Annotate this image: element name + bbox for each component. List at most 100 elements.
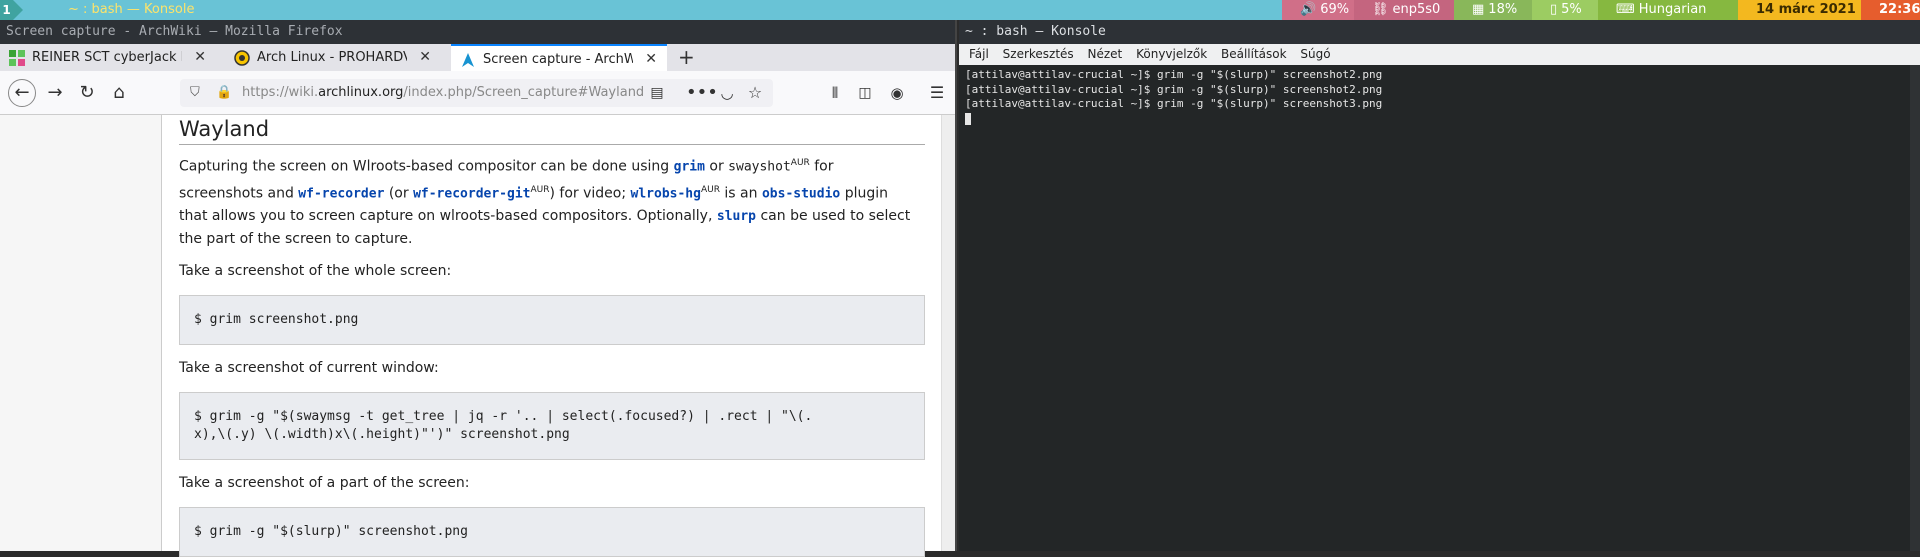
obs-studio-link[interactable]: obs-studio xyxy=(762,186,840,201)
konsole-window: ~ : bash — Konsole Fájl Szerkesztés Néze… xyxy=(959,20,1920,551)
intro-paragraph: Capturing the screen on Wlroots-based co… xyxy=(179,152,919,250)
terminal-line: [attilav@attilav-crucial ~]$ grim -g "$(… xyxy=(965,68,1383,81)
sidebar-icon[interactable]: ◫ xyxy=(852,80,878,106)
code-block: $ grim screenshot.png xyxy=(179,295,925,346)
reiner-favicon-icon xyxy=(9,50,25,66)
terminal-line: [attilav@attilav-crucial ~]$ grim -g "$(… xyxy=(965,97,1383,111)
tab-prohardver[interactable]: Arch Linux - PROHARDVER ✕ xyxy=(225,44,441,71)
forward-button[interactable]: → xyxy=(42,80,68,106)
section-heading: Wayland xyxy=(179,115,925,145)
battery-value: 5% xyxy=(1561,2,1582,17)
menu-view[interactable]: Nézet xyxy=(1088,47,1123,61)
keyboard-icon: ⌨ xyxy=(1616,2,1635,17)
status-bar: 1 ~ : bash — Konsole 🔊 69% ⛓ enp5s0 ▦ 18% ▯… xyxy=(0,0,1920,20)
reader-view-icon[interactable]: ▤ xyxy=(644,80,670,106)
page-scrollbar[interactable] xyxy=(941,115,955,551)
text: (or xyxy=(384,185,414,202)
aur-badge[interactable]: AUR xyxy=(791,158,810,168)
reload-button[interactable]: ↻ xyxy=(74,80,100,106)
instruction-text: Take a screenshot of a part of the scree… xyxy=(179,475,470,492)
clock-widget[interactable]: 22:36 xyxy=(1861,0,1920,20)
volume-widget[interactable]: 🔊 69% xyxy=(1282,0,1354,20)
battery-icon: ▯ xyxy=(1550,2,1558,17)
more-actions-icon[interactable]: ••• xyxy=(686,80,718,106)
swayshot-link[interactable]: swayshot xyxy=(728,160,791,175)
arch-logo-icon xyxy=(462,53,474,67)
bookmark-star-icon[interactable]: ☆ xyxy=(742,80,768,106)
article-body: Wayland Capturing the screen on Wlroots-… xyxy=(179,115,925,557)
grim-link[interactable]: grim xyxy=(674,160,705,175)
konsole-titlebar: ~ : bash — Konsole xyxy=(959,20,1920,44)
back-button[interactable]: ← xyxy=(8,79,36,107)
lock-icon[interactable]: 🔒 xyxy=(216,79,232,107)
konsole-menubar: Fájl Szerkesztés Nézet Könyvjelzők Beáll… xyxy=(959,44,1920,65)
keyboard-layout-widget[interactable]: ⌨ Hungarian xyxy=(1598,0,1738,20)
firefox-window: Screen capture - ArchWiki — Mozilla Fire… xyxy=(0,20,957,557)
network-icon: ⛓ xyxy=(1372,2,1389,17)
wf-recorder-git-link[interactable]: wf-recorder-git xyxy=(413,186,530,201)
terminal-cursor xyxy=(965,113,971,126)
navigation-toolbar: ← → ↻ ⌂ ⛉ 🔒 https://wiki.archlinux.org/i… xyxy=(0,71,955,115)
menu-help[interactable]: Súgó xyxy=(1300,47,1330,61)
speaker-icon: 🔊 xyxy=(1300,2,1317,17)
url-domain: archlinux.org xyxy=(318,85,404,100)
terminal-line: [attilav@attilav-crucial ~]$ grim -g "$(… xyxy=(965,82,1383,96)
workspace-indicator[interactable]: 1 xyxy=(0,0,13,20)
focused-window-title: ~ : bash — Konsole xyxy=(68,2,195,17)
date-widget[interactable]: 14 márc 2021 xyxy=(1738,0,1861,20)
url-prefix: https://wiki. xyxy=(242,85,319,100)
firefox-titlebar: Screen capture - ArchWiki — Mozilla Fire… xyxy=(0,20,955,44)
menu-bookmarks[interactable]: Könyvjelzők xyxy=(1136,47,1207,61)
tab-label: Screen capture - ArchWiki xyxy=(483,52,633,67)
time-value: 22:36 xyxy=(1879,2,1920,17)
cpu-widget[interactable]: ▦ 18% xyxy=(1454,0,1532,20)
new-tab-button[interactable]: + xyxy=(678,44,695,70)
text: or xyxy=(704,158,729,175)
code-block: $ grim -g "$(swaymsg -t get_tree | jq -r… xyxy=(179,392,925,461)
menu-file[interactable]: Fájl xyxy=(969,47,989,61)
text: is an xyxy=(719,185,762,202)
url-path: /index.php/Screen_capture#Wayland xyxy=(403,85,645,100)
workspace-arrow xyxy=(13,0,23,20)
code-block: $ grim -g "$(slurp)" screenshot.png xyxy=(179,507,925,557)
page-content: Wayland Capturing the screen on Wlroots-… xyxy=(0,115,955,557)
menu-edit[interactable]: Szerkesztés xyxy=(1003,47,1074,61)
tab-label: Arch Linux - PROHARDVER xyxy=(257,50,407,65)
menu-settings[interactable]: Beállítások xyxy=(1221,47,1287,61)
menu-icon[interactable]: ☰ xyxy=(924,80,950,106)
wf-recorder-link[interactable]: wf-recorder xyxy=(298,186,384,201)
close-icon[interactable]: ✕ xyxy=(194,44,206,71)
battery-widget[interactable]: ▯ 5% xyxy=(1532,0,1598,20)
network-widget[interactable]: ⛓ enp5s0 xyxy=(1354,0,1454,20)
account-icon[interactable]: ◉ xyxy=(884,80,910,106)
cpu-value: 18% xyxy=(1488,2,1518,17)
tab-reiner[interactable]: REINER SCT cyberJack RFID ✕ xyxy=(0,44,216,71)
library-icon[interactable]: ⫴ xyxy=(822,80,848,106)
home-button[interactable]: ⌂ xyxy=(106,80,132,106)
wiki-sidebar xyxy=(0,115,162,551)
prohardver-favicon-icon xyxy=(234,50,250,66)
network-interface: enp5s0 xyxy=(1392,2,1441,17)
cpu-icon: ▦ xyxy=(1472,2,1485,17)
instruction-text: Take a screenshot of the whole screen: xyxy=(179,263,452,280)
slurp-link[interactable]: slurp xyxy=(717,209,756,224)
close-icon[interactable]: ✕ xyxy=(645,46,657,71)
aur-badge[interactable]: AUR xyxy=(530,185,549,195)
pocket-icon[interactable]: ◡ xyxy=(714,80,740,106)
url-bar[interactable]: ⛉ 🔒 https://wiki.archlinux.org/index.php… xyxy=(180,79,773,107)
tab-label: REINER SCT cyberJack RFID xyxy=(32,50,182,65)
keyboard-layout: Hungarian xyxy=(1638,2,1707,17)
tracking-shield-icon[interactable]: ⛉ xyxy=(190,79,200,107)
text: ) for video; xyxy=(549,185,631,202)
tab-strip: REINER SCT cyberJack RFID ✕ Arch Linux -… xyxy=(0,44,955,71)
text: Capturing the screen on Wlroots-based co… xyxy=(179,158,674,175)
date-value: 14 márc 2021 xyxy=(1756,2,1856,17)
terminal-scrollbar[interactable] xyxy=(1910,65,1920,551)
volume-value: 69% xyxy=(1320,2,1350,17)
aur-badge[interactable]: AUR xyxy=(701,185,720,195)
wlrobs-hg-link[interactable]: wlrobs-hg xyxy=(631,186,701,201)
terminal-output[interactable]: [attilav@attilav-crucial ~]$ grim -g "$(… xyxy=(965,68,1382,127)
close-icon[interactable]: ✕ xyxy=(419,44,431,71)
tab-archwiki[interactable]: Screen capture - ArchWiki ✕ xyxy=(451,44,667,71)
instruction-text: Take a screenshot of current window: xyxy=(179,360,439,377)
